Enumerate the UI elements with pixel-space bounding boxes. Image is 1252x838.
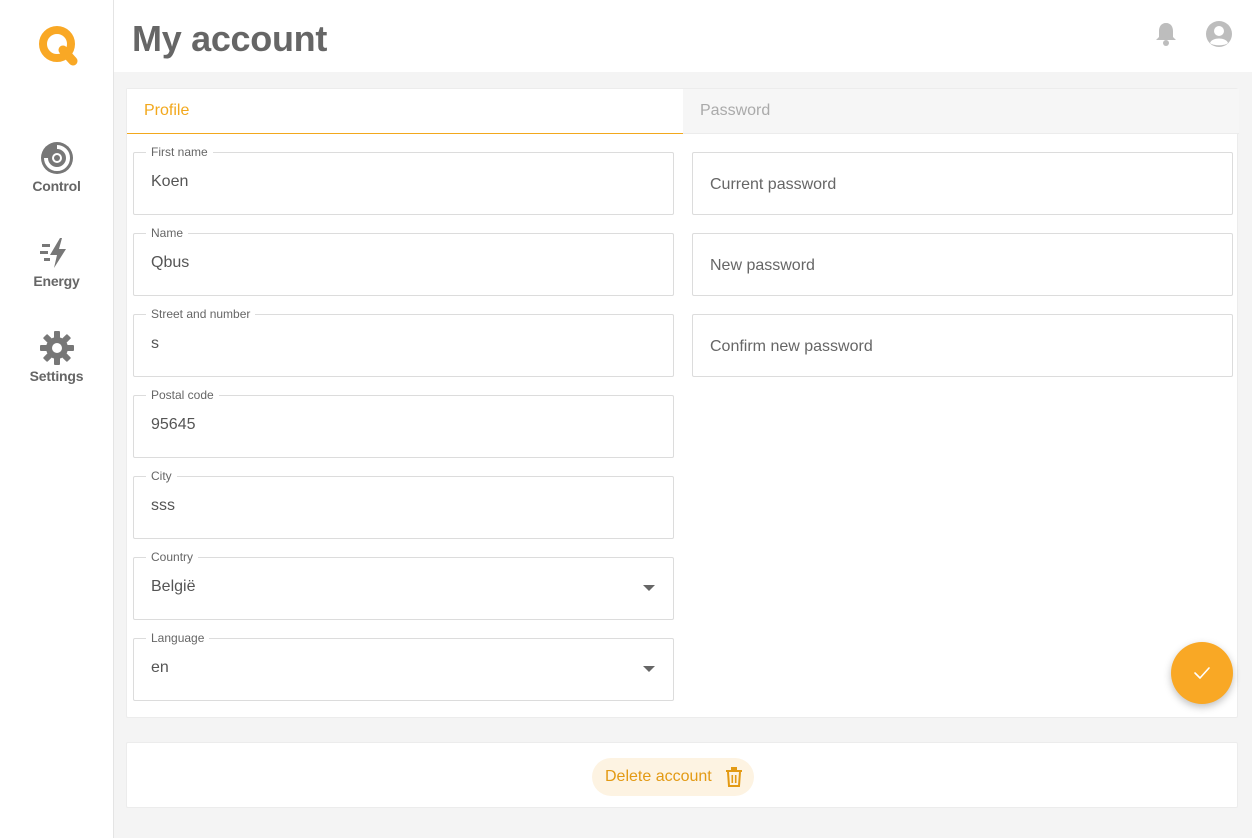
tab-password[interactable]: Password (683, 89, 1239, 134)
account-card: Profile Password First name Koen Name Qb… (126, 88, 1239, 718)
sidebar-item-label: Energy (33, 273, 80, 289)
tab-profile[interactable]: Profile (127, 89, 683, 134)
city-field[interactable]: City sss (133, 469, 674, 539)
page-title: My account (132, 18, 328, 59)
field-label: City (146, 469, 177, 483)
name-field[interactable]: Name Qbus (133, 226, 674, 296)
street-field[interactable]: Street and number s (133, 307, 674, 377)
control-icon (40, 142, 73, 174)
save-button[interactable] (1171, 642, 1233, 704)
chevron-down-icon[interactable] (643, 585, 655, 591)
new-password-input[interactable] (693, 234, 1232, 295)
danger-zone-card: Delete account (126, 742, 1238, 808)
qbus-logo[interactable] (37, 24, 81, 66)
postal-code-field[interactable]: Postal code 95645 (133, 388, 674, 458)
field-value: en (151, 659, 169, 676)
sidebar: Control Energy Settings (0, 0, 114, 838)
delete-account-button[interactable]: Delete account (592, 758, 754, 796)
field-value: s (151, 335, 159, 352)
current-password-input[interactable] (693, 153, 1232, 214)
country-select[interactable]: Country België (133, 550, 674, 620)
sidebar-item-label: Settings (29, 368, 84, 384)
field-label: First name (146, 145, 213, 159)
new-password-field (692, 233, 1233, 296)
app: Control Energy Settings My account Profi… (0, 0, 1252, 838)
sidebar-item-settings[interactable]: Settings (0, 330, 113, 384)
user-avatar-icon[interactable] (1205, 20, 1233, 48)
sidebar-item-control[interactable]: Control (0, 140, 113, 194)
check-icon (1194, 667, 1210, 679)
sidebar-item-label: Control (32, 178, 81, 194)
confirm-password-field (692, 314, 1233, 377)
field-label: Street and number (146, 307, 256, 321)
field-label: Country (146, 550, 199, 564)
sidebar-item-energy[interactable]: Energy (0, 235, 113, 289)
field-value: sss (151, 497, 175, 514)
field-value: Koen (151, 173, 189, 190)
field-value: België (151, 578, 196, 595)
trash-icon (726, 767, 742, 787)
field-label: Name (146, 226, 189, 240)
bell-icon[interactable] (1152, 20, 1180, 48)
gear-icon (39, 331, 74, 365)
current-password-field (692, 152, 1233, 215)
language-select[interactable]: Language en (133, 631, 674, 701)
delete-account-label: Delete account (605, 768, 712, 785)
main-area: Profile Password First name Koen Name Qb… (114, 72, 1252, 838)
field-value: Qbus (151, 254, 190, 271)
field-value: 95645 (151, 416, 196, 433)
confirm-password-input[interactable] (693, 315, 1232, 376)
field-label: Language (146, 631, 210, 645)
energy-bolt-icon (39, 238, 66, 268)
first-name-field[interactable]: First name Koen (133, 145, 674, 215)
header: My account (114, 0, 1252, 72)
tab-bar: Profile Password (127, 89, 1239, 134)
field-label: Postal code (146, 388, 219, 402)
chevron-down-icon[interactable] (643, 666, 655, 672)
